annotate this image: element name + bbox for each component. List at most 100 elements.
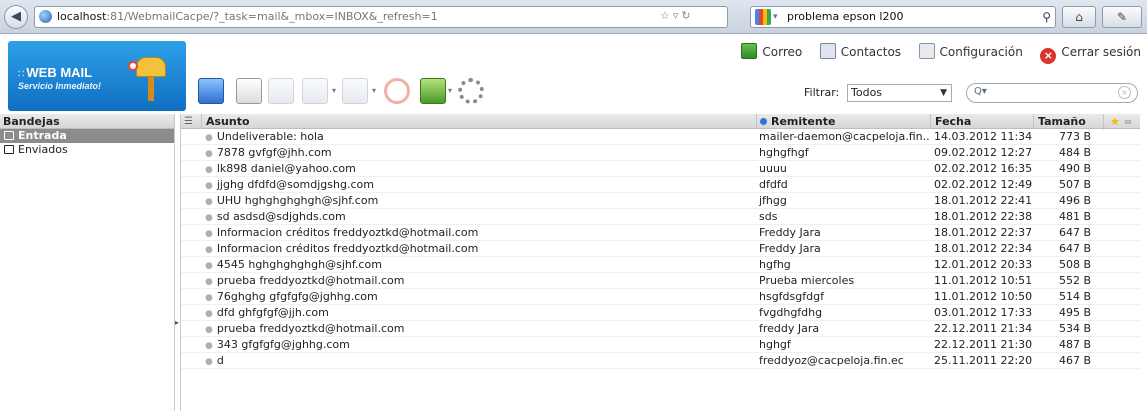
message-subject-text: 343 gfgfgfg@jghhg.com [216, 338, 350, 351]
message-date: 22.12.2011 21:34 [934, 322, 1033, 335]
message-date: 03.01.2012 17:33 [934, 306, 1033, 319]
back-button[interactable]: ◀ [4, 5, 28, 29]
web-search-bar[interactable]: ▾ problema epson l200 ⚲ [750, 6, 1056, 28]
message-from: fvgdhgfdhg [759, 306, 823, 319]
message-subject: ● prueba freddyoztkd@hotmail.com [201, 273, 756, 290]
bookmark-star-icon[interactable]: ☆ [660, 9, 673, 22]
column-subject[interactable]: Asunto [201, 114, 756, 129]
home-button[interactable]: ⌂ [1062, 6, 1096, 28]
contacts-icon [819, 43, 836, 59]
message-date: 18.01.2012 22:37 [934, 226, 1033, 239]
message-row[interactable]: ● prueba freddyoztkd@hotmail.com Prueba mi… [181, 273, 1140, 289]
message-subject-text: prueba freddyoztkd@hotmail.com [216, 274, 405, 287]
reply-all-dropdown-icon[interactable]: ▾ [332, 86, 336, 95]
url-controls: ☆▿↻ [660, 6, 694, 28]
message-status-icon: ● [205, 181, 213, 191]
search-icon[interactable]: ⚲ [1042, 7, 1051, 27]
column-flags[interactable]: ★ ∞ [1103, 114, 1141, 130]
message-row[interactable]: ● 7878 gvfgf@jhh.com hghgfhgf 09.02.2012 12… [181, 145, 1140, 161]
message-row[interactable]: ● dfd ghfgfgf@jjh.com fvgdhgfdhg 03.01.2012… [181, 305, 1140, 321]
reset-search-icon[interactable]: × [1118, 86, 1131, 99]
message-row[interactable]: ● UHU hghghghghgh@sjhf.com jfhgg 18.01.2012… [181, 193, 1140, 209]
logout-link[interactable]: × Cerrar sesión [1040, 43, 1141, 64]
message-row[interactable]: ● d freddyoz@cacpeloja.fin.ec 25.11.2011 22… [181, 353, 1140, 369]
message-row[interactable]: ● prueba freddyoztkd@hotmail.com freddy Ja… [181, 321, 1140, 337]
mark-dropdown-icon[interactable]: ▾ [448, 86, 452, 95]
message-row[interactable]: ● Undeliverable: hola mailer-daemon@cacpel… [181, 129, 1140, 145]
search-engine-dropdown-icon[interactable]: ▾ [773, 7, 778, 27]
reply-icon[interactable] [268, 78, 294, 104]
quick-search-input[interactable]: Q▾ × [966, 83, 1138, 103]
logout-icon: × [1040, 48, 1057, 64]
webmail-logo: ∷ WEB MAIL Servicio Inmediato! [8, 41, 186, 111]
browser-toolbar: ◀ localhost:81/WebmailCacpe/?_task=mail&… [0, 0, 1147, 34]
logout-link-label: Cerrar sesión [1061, 45, 1141, 59]
filter-selected-value: Todos [851, 86, 883, 99]
message-row[interactable]: ● lk898 daniel@yahoo.com uuuu 02.02.2012 16… [181, 161, 1140, 177]
message-status-icon: ● [205, 197, 213, 207]
delete-icon[interactable] [384, 78, 410, 104]
message-status-icon: ● [205, 133, 213, 143]
compose-icon[interactable] [236, 78, 262, 104]
message-status-icon: ● [205, 325, 213, 335]
message-subject: ● Undeliverable: hola [201, 129, 756, 146]
google-icon[interactable] [755, 9, 771, 25]
message-from: Freddy Jara [759, 226, 821, 239]
forward-icon[interactable] [342, 78, 368, 104]
settings-link[interactable]: Configuración [918, 43, 1023, 61]
message-subject: ● 76ghghg gfgfgfg@jghhg.com [201, 289, 756, 306]
message-size: 552 B [1058, 274, 1091, 287]
url-bar[interactable]: localhost:81/WebmailCacpe/?_task=mail&_m… [34, 6, 728, 28]
message-subject: ● prueba freddyoztkd@hotmail.com [201, 321, 756, 338]
reload-icon[interactable]: ↻ [681, 9, 693, 22]
search-options-icon[interactable]: Q▾ [974, 86, 987, 97]
refresh-icon[interactable] [198, 78, 224, 104]
message-from: mailer-daemon@cacpeloja.fin... [759, 130, 930, 143]
addon-button[interactable]: ✎ [1102, 6, 1142, 28]
message-subject-text: 7878 gvfgf@jhh.com [216, 146, 332, 159]
site-identity-icon[interactable] [39, 10, 52, 23]
column-size[interactable]: Tamaño [1033, 114, 1103, 129]
folder-inbox[interactable]: Entrada [0, 129, 174, 143]
mailbox-icon [128, 51, 170, 101]
message-from: Prueba miercoles [759, 274, 855, 287]
settings-icon [918, 43, 935, 59]
message-from: hghgf [759, 338, 791, 351]
message-row[interactable]: ● 4545 hghghghghgh@sjhf.com hgfhg 12.01.201… [181, 257, 1140, 273]
message-status-icon: ● [205, 165, 213, 175]
mark-icon[interactable] [420, 78, 446, 104]
column-date[interactable]: Fecha [930, 114, 1033, 129]
reply-all-icon[interactable] [302, 78, 328, 104]
list-options-icon[interactable]: ☰ [181, 114, 201, 129]
message-list-header: ☰ Asunto Remitente Fecha Tamaño ★ ∞ [181, 114, 1141, 130]
message-size: 467 B [1058, 354, 1091, 367]
mail-link[interactable]: Correo [741, 43, 802, 61]
message-size: 507 B [1058, 178, 1091, 191]
message-row[interactable]: ● Informacion créditos freddyoztkd@hotmai… [181, 241, 1140, 257]
message-from: sds [759, 210, 778, 223]
filter-select[interactable]: Todos ▼ [847, 84, 952, 102]
message-row[interactable]: ● Informacion créditos freddyoztkd@hotmai… [181, 225, 1140, 241]
more-actions-icon[interactable] [458, 78, 484, 104]
addon-icon: ✎ [1116, 10, 1128, 24]
message-row[interactable]: ● sd asdsd@sdjghds.com sds 18.01.2012 22:38… [181, 209, 1140, 225]
folder-sent[interactable]: Enviados [0, 143, 174, 157]
message-subject-text: dfd ghfgfgf@jjh.com [216, 306, 329, 319]
message-row[interactable]: ● 343 gfgfgfg@jghhg.com hghgf 22.12.2011 21… [181, 337, 1140, 353]
message-status-icon: ● [205, 277, 213, 287]
message-row[interactable]: ● jjghg dfdfd@somdjgshg.com dfdfd 02.02.201… [181, 177, 1140, 193]
forward-dropdown-icon[interactable]: ▾ [372, 86, 376, 95]
message-subject: ● Informacion créditos freddyoztkd@hotmai… [201, 225, 756, 242]
pane-splitter[interactable]: ▸ [175, 318, 179, 327]
message-status-icon: ● [205, 213, 213, 223]
message-subject-text: jjghg dfdfd@somdjgshg.com [216, 178, 374, 191]
message-row[interactable]: ● 76ghghg gfgfgfg@jghhg.com hsgfdsgfdgf 11.… [181, 289, 1140, 305]
contacts-link[interactable]: Contactos [819, 43, 901, 61]
unread-dot-icon [760, 118, 767, 125]
message-date: 18.01.2012 22:34 [934, 242, 1033, 255]
column-from[interactable]: Remitente [756, 114, 930, 129]
top-navigation: Correo Contactos Configuración × Cerrar s… [727, 43, 1141, 64]
message-date: 02.02.2012 12:49 [934, 178, 1033, 191]
mail-icon [741, 43, 758, 59]
message-from: hgfhg [759, 258, 791, 271]
